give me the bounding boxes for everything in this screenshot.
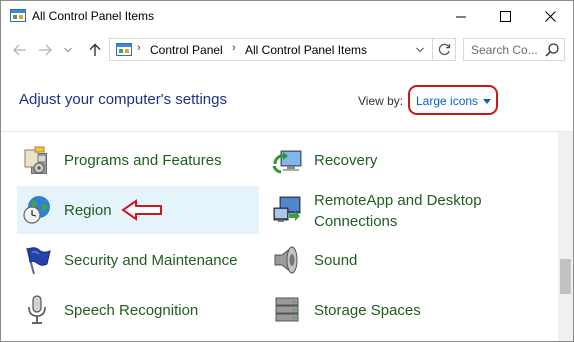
item-label[interactable]: Region bbox=[64, 200, 112, 221]
breadcrumb-separator-icon[interactable]: › bbox=[232, 42, 236, 54]
view-by-label: View by: bbox=[358, 94, 404, 108]
item-recovery[interactable]: Recovery bbox=[267, 136, 557, 184]
back-arrow-icon bbox=[13, 44, 26, 56]
item-label-line2[interactable]: Connections bbox=[314, 211, 397, 232]
annotation-circle bbox=[408, 85, 498, 115]
control-panel-icon bbox=[116, 43, 132, 56]
microphone-icon bbox=[28, 295, 46, 324]
storage-spaces-icon bbox=[275, 297, 299, 322]
minimize-icon bbox=[455, 16, 466, 17]
refresh-button[interactable] bbox=[432, 39, 455, 60]
item-label[interactable]: Storage Spaces bbox=[314, 300, 421, 321]
control-panel-window: All Control Panel Items › Control Panel … bbox=[0, 0, 574, 342]
window-title: All Control Panel Items bbox=[32, 9, 155, 23]
breadcrumb-separator-icon[interactable]: › bbox=[137, 42, 141, 54]
header-divider bbox=[1, 131, 573, 132]
vertical-scrollbar[interactable] bbox=[558, 132, 573, 341]
title-bar: All Control Panel Items bbox=[1, 1, 573, 32]
navigation-bar: › Control Panel › All Control Panel Item… bbox=[1, 32, 573, 68]
maximize-icon bbox=[500, 11, 511, 22]
search-input[interactable] bbox=[471, 42, 543, 57]
item-label[interactable]: Security and Maintenance bbox=[64, 250, 237, 271]
search-box[interactable] bbox=[463, 38, 565, 61]
forward-button[interactable] bbox=[36, 41, 54, 59]
up-button[interactable] bbox=[86, 41, 104, 59]
chevron-down-icon bbox=[64, 47, 72, 53]
recent-locations-button[interactable] bbox=[62, 41, 74, 59]
scrollbar-thumb[interactable] bbox=[560, 259, 571, 294]
address-history-button[interactable] bbox=[410, 39, 430, 60]
item-programs-and-features[interactable]: Programs and Features bbox=[17, 136, 257, 184]
item-remoteapp-desktop-connections[interactable]: RemoteApp and Desktop Connections bbox=[267, 186, 557, 236]
programs-features-icon bbox=[24, 146, 47, 174]
refresh-icon bbox=[438, 43, 450, 56]
maximize-button[interactable] bbox=[483, 1, 528, 32]
breadcrumb-control-panel[interactable]: Control Panel bbox=[150, 43, 223, 57]
region-globe-clock-icon bbox=[23, 196, 50, 224]
item-label-line1[interactable]: RemoteApp and Desktop bbox=[314, 190, 482, 211]
control-panel-icon bbox=[10, 9, 26, 22]
address-bar[interactable]: › Control Panel › All Control Panel Item… bbox=[109, 38, 456, 61]
item-storage-spaces[interactable]: Storage Spaces bbox=[267, 286, 557, 334]
remoteapp-icon bbox=[273, 196, 301, 222]
back-button[interactable] bbox=[11, 41, 29, 59]
up-arrow-icon bbox=[89, 43, 101, 56]
minimize-button[interactable] bbox=[438, 1, 483, 32]
item-speech-recognition[interactable]: Speech Recognition bbox=[17, 286, 257, 334]
search-icon[interactable] bbox=[544, 42, 560, 58]
item-label[interactable]: Recovery bbox=[314, 150, 377, 171]
close-icon bbox=[545, 11, 556, 22]
forward-arrow-icon bbox=[39, 44, 52, 56]
item-security-and-maintenance[interactable]: Security and Maintenance bbox=[17, 236, 257, 284]
speaker-icon bbox=[274, 245, 298, 275]
item-label[interactable]: Programs and Features bbox=[64, 150, 222, 171]
item-label[interactable]: Sound bbox=[314, 250, 357, 271]
page-title: Adjust your computer's settings bbox=[19, 91, 227, 108]
recovery-icon bbox=[272, 150, 302, 174]
annotation-arrow-icon bbox=[121, 199, 162, 221]
item-sound[interactable]: Sound bbox=[267, 236, 557, 284]
item-label[interactable]: Speech Recognition bbox=[64, 300, 198, 321]
security-flag-icon bbox=[26, 247, 51, 275]
breadcrumb-all-items[interactable]: All Control Panel Items bbox=[245, 43, 367, 57]
close-button[interactable] bbox=[528, 1, 573, 32]
chevron-down-icon bbox=[416, 47, 424, 52]
